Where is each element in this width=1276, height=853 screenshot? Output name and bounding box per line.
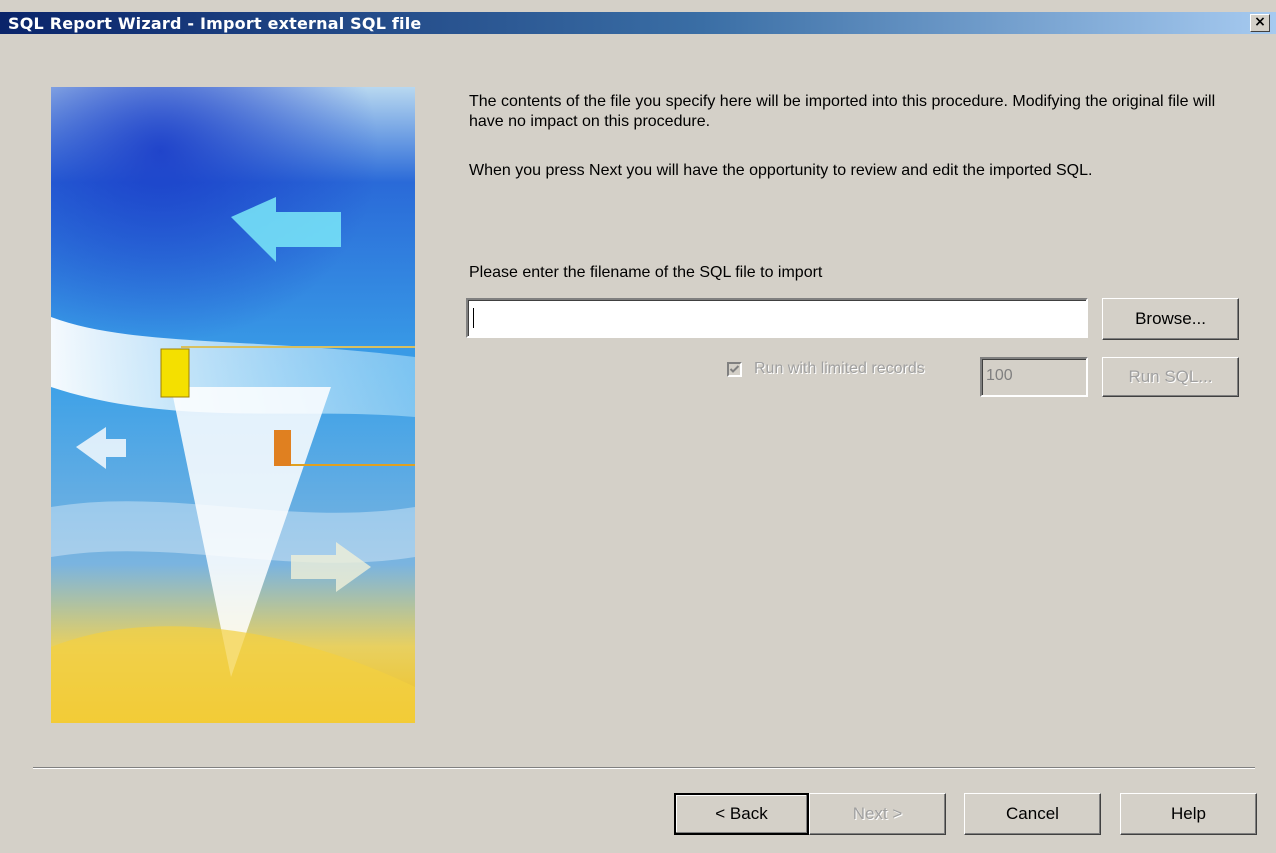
checkmark-icon <box>729 364 740 373</box>
limited-records-checkbox[interactable] <box>727 361 742 377</box>
wizard-banner-image <box>51 87 415 723</box>
cancel-button[interactable]: Cancel <box>964 793 1101 835</box>
close-button[interactable]: × <box>1250 14 1270 32</box>
close-icon: × <box>1254 14 1266 30</box>
filename-input[interactable] <box>466 298 1088 338</box>
help-button[interactable]: Help <box>1120 793 1257 835</box>
wizard-art-graphic <box>51 87 415 723</box>
text-caret <box>473 308 474 328</box>
intro-paragraph-2: When you press Next you will have the op… <box>469 162 1093 179</box>
footer-separator <box>33 767 1255 769</box>
window-title: SQL Report Wizard - Import external SQL … <box>8 14 422 33</box>
back-button[interactable]: < Back <box>674 793 809 835</box>
intro-paragraph-1: The contents of the file you specify her… <box>469 93 1216 130</box>
browse-button[interactable]: Browse... <box>1102 298 1239 340</box>
limited-records-checkbox-row[interactable]: Run with limited records <box>727 360 925 378</box>
next-button[interactable]: Next > <box>809 793 946 835</box>
limited-records-label: Run with limited records <box>754 360 925 377</box>
record-limit-input[interactable]: 100 <box>980 357 1088 397</box>
filename-label: Please enter the filename of the SQL fil… <box>469 264 823 281</box>
title-bar: SQL Report Wizard - Import external SQL … <box>0 0 1276 34</box>
run-sql-button[interactable]: Run SQL... <box>1102 357 1239 397</box>
